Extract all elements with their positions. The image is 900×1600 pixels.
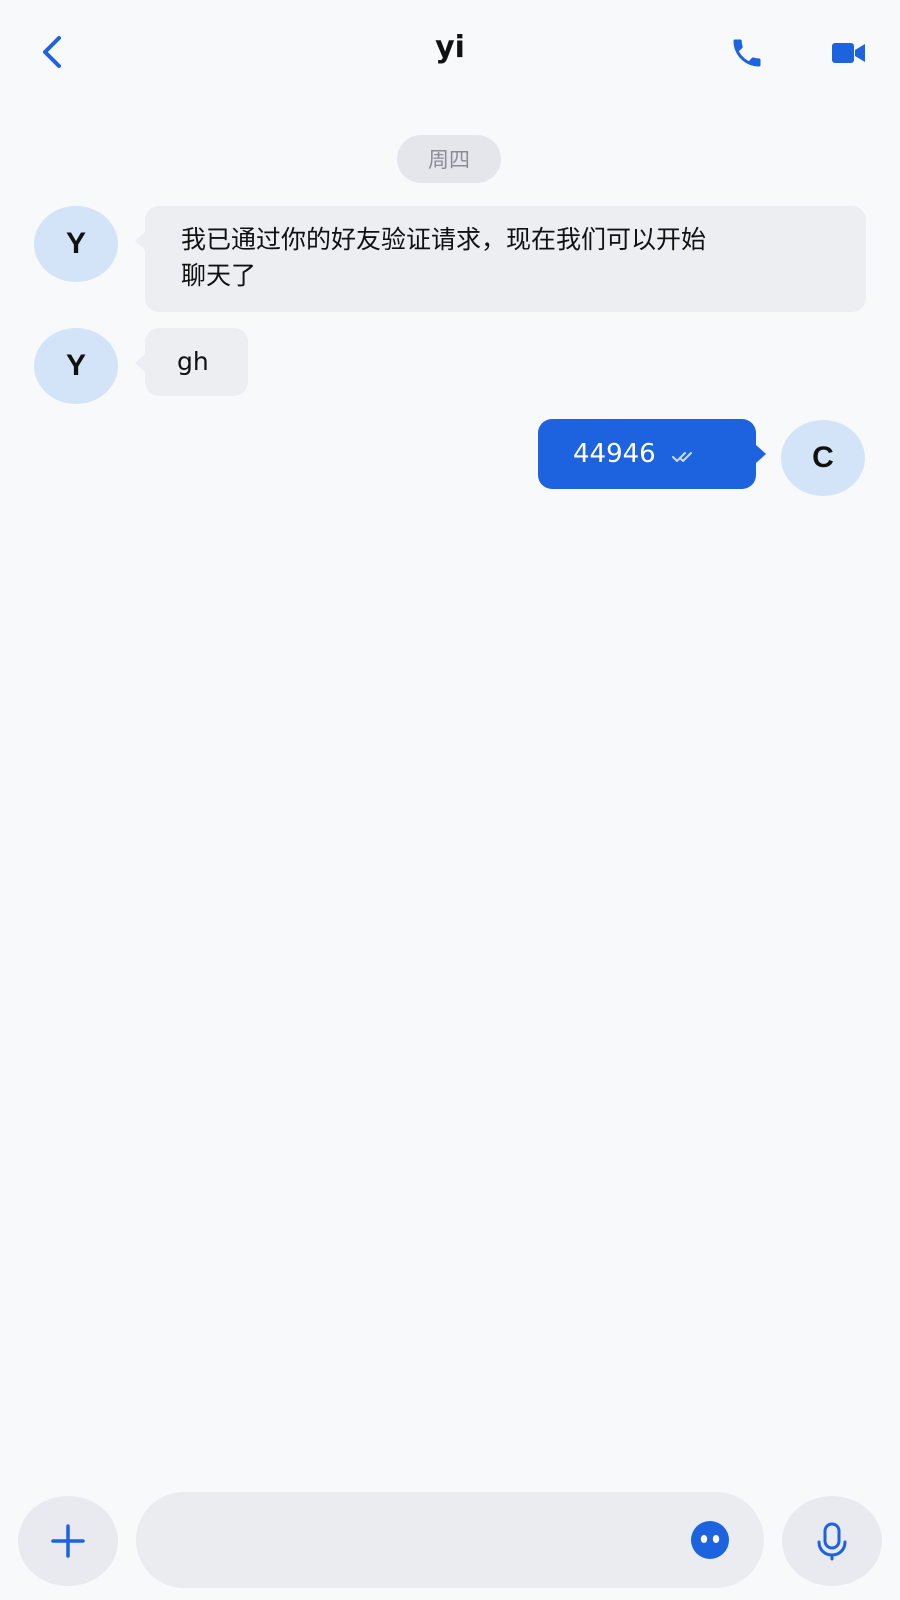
chevron-left-icon	[43, 36, 61, 68]
video-camera-icon	[832, 43, 865, 63]
date-separator: 周四	[397, 135, 501, 183]
message-input[interactable]	[160, 1492, 684, 1590]
voice-input-button[interactable]	[782, 1496, 882, 1586]
microphone-icon	[817, 1522, 847, 1561]
attach-button[interactable]	[18, 1496, 118, 1586]
avatar[interactable]: Y	[34, 328, 118, 404]
plus-icon	[51, 1524, 85, 1558]
message-text: 44946	[573, 439, 656, 469]
back-button[interactable]	[28, 28, 76, 76]
phone-icon	[733, 39, 761, 67]
incoming-message-bubble[interactable]: gh	[135, 328, 248, 396]
message-text-line: 聊天了	[181, 261, 257, 290]
chat-screen: yi 周四 Y 我已通过你的好友验证请求，现在我们可以开始 聊天了 Y gh 4…	[0, 0, 900, 1600]
emoji-icon	[691, 1521, 729, 1559]
message-input-container	[136, 1492, 764, 1590]
video-call-button[interactable]	[824, 28, 874, 78]
outgoing-message-bubble[interactable]: 44946	[538, 419, 766, 489]
emoji-button[interactable]	[690, 1520, 730, 1560]
message-text: gh	[177, 347, 209, 376]
incoming-message-bubble[interactable]: 我已通过你的好友验证请求，现在我们可以开始 聊天了	[135, 206, 866, 312]
avatar[interactable]: C	[781, 420, 865, 496]
avatar[interactable]: Y	[34, 206, 118, 282]
message-text-line: 我已通过你的好友验证请求，现在我们可以开始	[181, 225, 707, 254]
chat-header: yi	[0, 0, 900, 110]
double-check-icon	[671, 452, 692, 462]
voice-call-button[interactable]	[722, 28, 772, 78]
